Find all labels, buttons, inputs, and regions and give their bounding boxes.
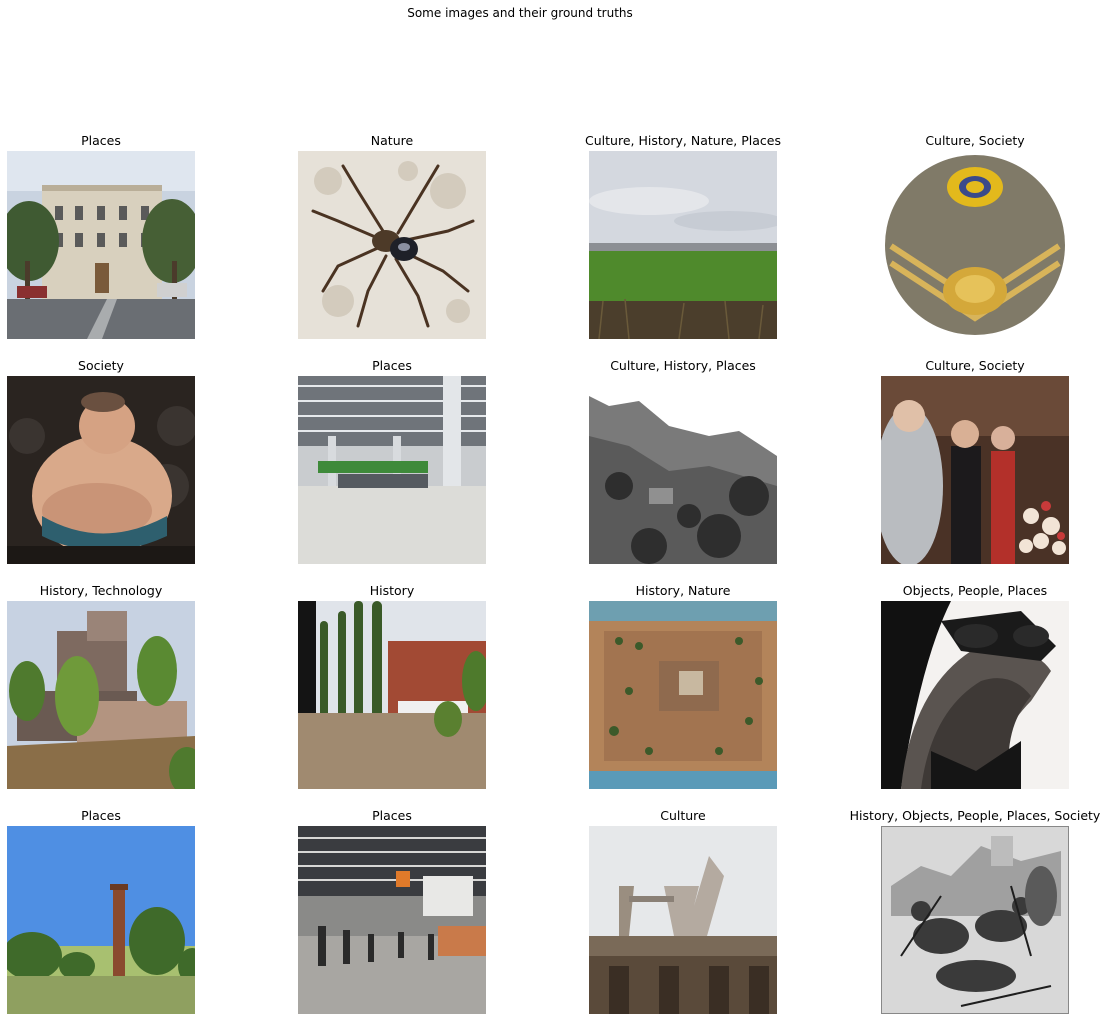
image-label: History, Technology (39, 583, 163, 598)
image-label: Society (78, 358, 124, 373)
image-label: History, Objects, People, Places, Societ… (849, 808, 1101, 823)
engraving-battle-image (881, 826, 1069, 1014)
town-hall-photo (7, 151, 195, 339)
image-label: Places (372, 808, 412, 823)
brick-chimney-photo (7, 826, 195, 1014)
image-label: Places (81, 133, 121, 148)
terminal-concourse-photo (298, 826, 486, 1014)
image-label: Culture, History, Places (610, 358, 756, 373)
concrete-tower-photo (589, 826, 777, 1014)
image-label: History, Nature (635, 583, 731, 598)
cypress-courtyard-photo (298, 601, 486, 789)
image-label: Places (81, 808, 121, 823)
image-label: Objects, People, Places (902, 583, 1048, 598)
portrait-sunglasses-photo (881, 601, 1069, 789)
field-landscape-photo (589, 151, 777, 339)
industrial-building-photo (7, 601, 195, 789)
sumo-wrestler-photo (7, 376, 195, 564)
spider-photo (298, 151, 486, 339)
image-label: History (369, 583, 415, 598)
image-label: Culture, History, Nature, Places (585, 133, 781, 148)
image-label: Nature (370, 133, 414, 148)
image-label: Culture, Society (925, 358, 1025, 373)
castle-model-photo (589, 601, 777, 789)
station-hall-photo (298, 376, 486, 564)
rank-insignia-image (881, 151, 1069, 339)
image-label: Culture, Society (925, 133, 1025, 148)
image-label: Culture (660, 808, 706, 823)
figure-title: Some images and their ground truths (407, 6, 633, 20)
image-label: Places (372, 358, 412, 373)
rocky-mountain-bw-photo (589, 376, 777, 564)
ceremony-photo (881, 376, 1069, 564)
